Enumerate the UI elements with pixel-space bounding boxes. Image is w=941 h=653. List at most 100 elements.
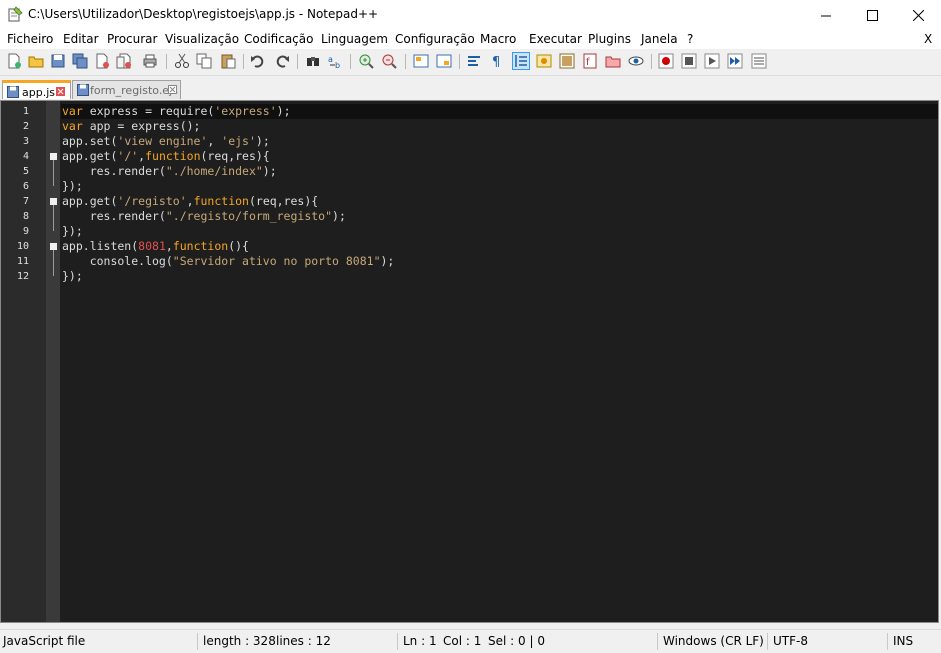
play-macro-icon[interactable]	[704, 53, 720, 69]
status-col: Col : 1	[443, 634, 482, 648]
monitoring-icon[interactable]	[628, 53, 644, 69]
menu-executar[interactable]: Executar	[529, 32, 582, 46]
code-line[interactable]: res.render("./home/index");	[62, 164, 277, 179]
svg-text:¶: ¶	[492, 55, 500, 69]
run-multiple-icon[interactable]	[727, 53, 743, 69]
code-line[interactable]: var express = require('express');	[62, 104, 291, 119]
new-file-icon[interactable]	[6, 53, 22, 69]
find-icon[interactable]	[305, 53, 321, 69]
status-mode[interactable]: INS	[893, 634, 913, 648]
menu-linguagem[interactable]: Linguagem	[321, 32, 388, 46]
code-line[interactable]: app.get('/registo',function(req,res){	[62, 194, 318, 209]
udl-icon[interactable]	[536, 53, 552, 69]
cut-icon[interactable]	[174, 53, 190, 69]
tab-app-js[interactable]: app.js	[2, 80, 71, 99]
toolbar-separator	[405, 54, 406, 69]
print-icon[interactable]	[142, 53, 158, 69]
menu-help[interactable]: ?	[687, 32, 693, 46]
toolbar-separator	[297, 54, 298, 69]
show-all-chars-icon[interactable]: ¶	[489, 53, 505, 69]
menu-plugins[interactable]: Plugins	[588, 32, 631, 46]
sync-h-icon[interactable]	[436, 53, 452, 69]
paste-icon[interactable]	[220, 53, 236, 69]
window-title: C:\Users\Utilizador\Desktop\registoejs\a…	[28, 7, 379, 21]
fold-guide	[53, 250, 54, 276]
menu-bar: Ficheiro Editar Procurar Visualização Co…	[0, 30, 941, 49]
menu-procurar[interactable]: Procurar	[107, 32, 157, 46]
copy-icon[interactable]	[196, 53, 212, 69]
line-number: 4	[22, 151, 29, 162]
fold-toggle[interactable]	[50, 153, 57, 160]
fold-margin	[46, 101, 60, 622]
tab-label: form_registo.ejs	[90, 84, 178, 97]
stop-record-icon[interactable]	[681, 53, 697, 69]
close-window-button[interactable]	[895, 0, 941, 30]
maximize-button[interactable]	[849, 0, 895, 30]
svg-text:b: b	[335, 61, 340, 69]
menu-editar[interactable]: Editar	[63, 32, 99, 46]
status-encoding[interactable]: UTF-8	[773, 634, 808, 648]
minimize-button[interactable]	[803, 0, 849, 30]
status-separator	[397, 633, 398, 650]
line-number: 8	[22, 211, 29, 222]
fold-guide	[53, 160, 54, 186]
tab-bar: app.js form_registo.ejs	[0, 76, 941, 100]
status-length: length : 328	[203, 634, 276, 648]
function-list-icon[interactable]: f	[582, 53, 598, 69]
svg-text:f: f	[586, 57, 590, 68]
tab-close-icon[interactable]	[168, 85, 177, 94]
line-number: 3	[22, 136, 29, 147]
code-line[interactable]: });	[62, 269, 83, 284]
zoom-in-icon[interactable]	[358, 53, 374, 69]
svg-text:a: a	[328, 55, 333, 64]
code-line[interactable]: app.set('view engine', 'ejs');	[62, 134, 270, 149]
code-line[interactable]: });	[62, 224, 83, 239]
replace-icon[interactable]: ab	[327, 53, 343, 69]
code-line[interactable]: console.log("Servidor ativo no porto 808…	[62, 254, 395, 269]
zoom-out-icon[interactable]	[381, 53, 397, 69]
maximize-icon	[866, 9, 878, 21]
open-file-icon[interactable]	[28, 53, 44, 69]
fold-toggle[interactable]	[50, 198, 57, 205]
code-line[interactable]: });	[62, 179, 83, 194]
menu-visualizacao[interactable]: Visualização	[165, 32, 239, 46]
sync-v-icon[interactable]	[413, 53, 429, 69]
code-line[interactable]: var app = express();	[62, 119, 200, 134]
menu-codificacao[interactable]: Codificação	[244, 32, 313, 46]
status-bar: JavaScript file length : 328 lines : 12 …	[0, 629, 941, 653]
tab-form-registo-ejs[interactable]: form_registo.ejs	[72, 80, 181, 99]
undo-icon[interactable]	[250, 53, 266, 69]
line-number: 5	[22, 166, 29, 177]
menu-configuracao[interactable]: Configuração	[395, 32, 475, 46]
save-icon[interactable]	[50, 53, 66, 69]
save-macro-icon[interactable]	[751, 53, 767, 69]
code-line[interactable]: app.listen(8081,function(){	[62, 239, 249, 254]
line-number-gutter: 1 2 3 4 5 6 7 8 9 10 11 12	[1, 101, 46, 622]
code-area[interactable]: var express = require('express'); var app…	[61, 101, 938, 622]
doc-map-icon[interactable]	[559, 53, 575, 69]
indent-guide-icon[interactable]	[512, 52, 530, 70]
word-wrap-icon[interactable]	[466, 53, 482, 69]
title-bar: C:\Users\Utilizador\Desktop\registoejs\a…	[0, 0, 941, 30]
status-separator	[887, 633, 888, 650]
save-all-icon[interactable]	[72, 53, 88, 69]
status-lines: lines : 12	[276, 634, 331, 648]
code-line[interactable]: app.get('/',function(req,res){	[62, 149, 270, 164]
tab-close-icon[interactable]	[56, 87, 65, 96]
close-document-button[interactable]: X	[924, 32, 932, 46]
close-all-icon[interactable]	[116, 53, 132, 69]
folder-workspace-icon[interactable]	[605, 53, 621, 69]
redo-icon[interactable]	[274, 53, 290, 69]
menu-macro[interactable]: Macro	[480, 32, 516, 46]
line-number: 11	[16, 256, 29, 267]
close-icon[interactable]	[94, 53, 110, 69]
menu-ficheiro[interactable]: Ficheiro	[7, 32, 53, 46]
code-editor[interactable]: 1 2 3 4 5 6 7 8 9 10 11 12 var express = require('e…	[0, 100, 939, 623]
code-line[interactable]: res.render("./registo/form_registo");	[62, 209, 346, 224]
minimize-icon	[820, 15, 831, 16]
status-eol[interactable]: Windows (CR LF)	[663, 634, 764, 648]
fold-toggle[interactable]	[50, 243, 57, 250]
menu-janela[interactable]: Janela	[641, 32, 678, 46]
status-sel: Sel : 0 | 0	[488, 634, 545, 648]
record-macro-icon[interactable]	[658, 53, 674, 69]
